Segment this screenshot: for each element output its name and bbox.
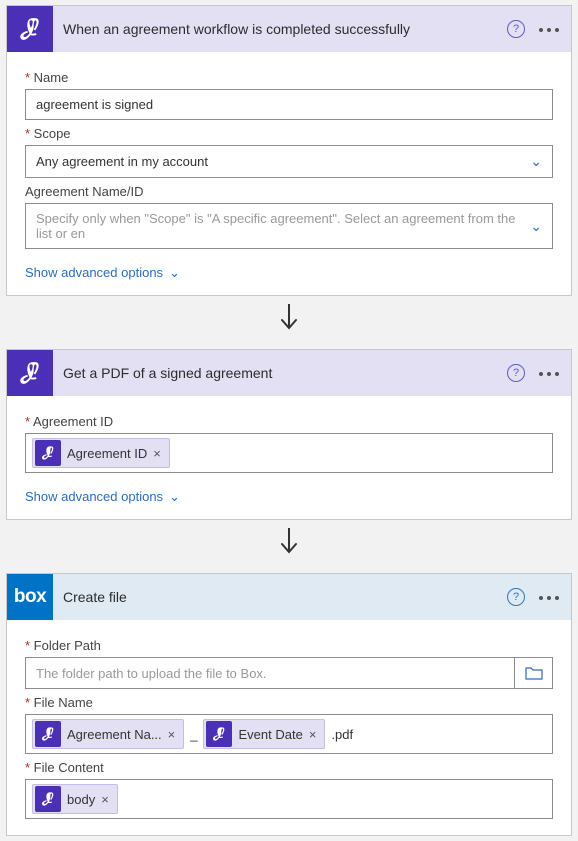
folder-picker-button[interactable] [515,657,553,689]
token-body[interactable]: body × [32,784,118,814]
name-input[interactable] [25,89,553,120]
agreement-label: Agreement Name/ID [25,184,553,199]
token-agreement-id[interactable]: Agreement ID × [32,438,170,468]
folder-path-label: Folder Path [25,638,553,653]
card-title: Create file [63,589,507,605]
card-header[interactable]: box Create file ? [7,574,571,620]
help-icon[interactable]: ? [507,364,525,382]
close-icon[interactable]: × [153,446,161,461]
chevron-down-icon: ⌄ [169,265,180,280]
file-content-label: File Content [25,760,553,775]
token-label: Event Date [238,727,302,742]
card-header[interactable]: When an agreement workflow is completed … [7,6,571,52]
action-card-pdf: Get a PDF of a signed agreement ? Agreem… [6,349,572,520]
scope-select[interactable]: Any agreement in my account ⌄ [25,145,553,178]
agreement-select[interactable]: Specify only when "Scope" is "A specific… [25,203,553,249]
agreement-id-label: Agreement ID [25,414,553,429]
token-agreement-name[interactable]: Agreement Na... × [32,719,184,749]
flow-arrow [6,520,572,573]
adobe-sign-icon [7,6,53,52]
show-advanced-link[interactable]: Show advanced options⌄ [25,489,180,504]
action-card-box: box Create file ? Folder Path File Name … [6,573,572,836]
adobe-sign-icon [35,786,61,812]
close-icon[interactable]: × [101,792,109,807]
card-title: Get a PDF of a signed agreement [63,365,507,381]
adobe-sign-icon [7,350,53,396]
card-title: When an agreement workflow is completed … [63,21,507,37]
file-name-label: File Name [25,695,553,710]
adobe-sign-icon [35,721,61,747]
card-body: Name Scope Any agreement in my account ⌄… [7,52,571,265]
agreement-id-input[interactable]: Agreement ID × [25,433,553,473]
chevron-down-icon: ⌄ [169,489,180,504]
help-icon[interactable]: ? [507,588,525,606]
card-header[interactable]: Get a PDF of a signed agreement ? [7,350,571,396]
token-label: Agreement Na... [67,727,162,742]
token-event-date[interactable]: Event Date × [203,719,325,749]
scope-label: Scope [25,126,553,141]
more-icon[interactable] [537,590,561,605]
help-icon[interactable]: ? [507,20,525,38]
token-label: body [67,792,95,807]
more-icon[interactable] [537,22,561,37]
card-body: Agreement ID Agreement ID × [7,396,571,489]
close-icon[interactable]: × [309,727,317,742]
trigger-card: When an agreement workflow is completed … [6,5,572,296]
more-icon[interactable] [537,366,561,381]
file-content-input[interactable]: body × [25,779,553,819]
scope-value: Any agreement in my account [36,154,208,169]
show-advanced-link[interactable]: Show advanced options⌄ [25,265,180,280]
card-body: Folder Path File Name Agreement Na... × … [7,620,571,835]
file-name-input[interactable]: Agreement Na... × _ Event Date × .pdf [25,714,553,754]
adobe-sign-icon [206,721,232,747]
close-icon[interactable]: × [168,727,176,742]
suffix-text: .pdf [329,727,355,742]
flow-arrow [6,296,572,349]
box-icon: box [7,574,53,620]
advanced-row: Show advanced options⌄ [7,265,571,295]
advanced-row: Show advanced options⌄ [7,489,571,519]
token-label: Agreement ID [67,446,147,461]
chevron-down-icon: ⌄ [530,218,542,235]
adobe-sign-icon [35,440,61,466]
chevron-down-icon: ⌄ [530,153,542,170]
name-label: Name [25,70,553,85]
separator-text: _ [188,727,199,742]
agreement-placeholder: Specify only when "Scope" is "A specific… [36,211,530,241]
folder-path-input[interactable] [25,657,515,689]
folder-icon [525,666,543,680]
